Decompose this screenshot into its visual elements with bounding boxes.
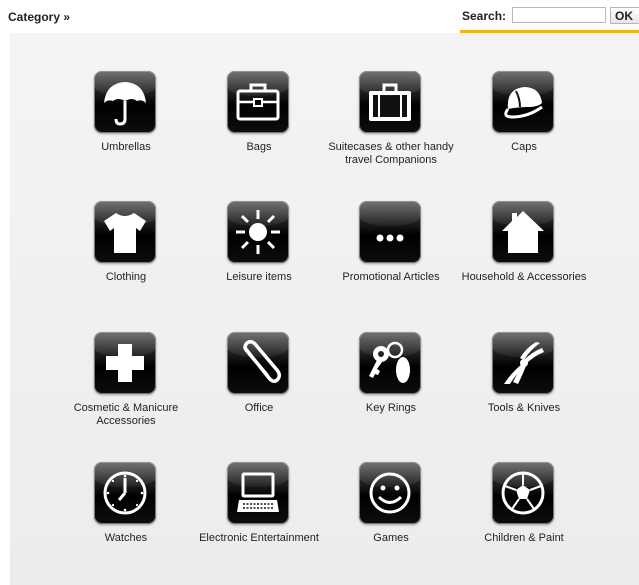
icon-tile [492, 71, 554, 133]
category-label: Household & Accessories [461, 271, 587, 283]
soccer-ball-icon [501, 471, 545, 515]
icon-tile [359, 201, 421, 263]
icon-tile [492, 332, 554, 394]
icon-tile [227, 332, 289, 394]
category-label: Electronic Entertainment [199, 532, 319, 544]
category-clothing[interactable]: Clothing [61, 201, 191, 321]
category-key-rings[interactable]: Key Rings [326, 332, 456, 452]
category-label: Office [244, 402, 274, 414]
search-ok-button[interactable]: OK [610, 7, 639, 24]
icon-tile [359, 332, 421, 394]
icon-tile [227, 201, 289, 263]
category-label: Cosmetic & Manicure Accessories [73, 402, 179, 427]
category-office[interactable]: Office [194, 332, 324, 452]
category-leisure[interactable]: Leisure items [194, 201, 324, 321]
category-label: Leisure items [226, 271, 292, 283]
category-tools[interactable]: Tools & Knives [459, 332, 589, 452]
key-ring-icon [369, 341, 410, 383]
icon-tile [492, 201, 554, 263]
top-bar: Category » Search: OK [0, 0, 639, 33]
category-label: Caps [511, 141, 537, 153]
pliers-icon [504, 342, 544, 384]
category-watches[interactable]: Watches [61, 462, 191, 582]
category-promotional[interactable]: Promotional Articles [326, 201, 456, 321]
icon-tile [94, 332, 156, 394]
category-household[interactable]: Household & Accessories [459, 201, 589, 321]
cross-icon [106, 344, 144, 382]
icon-tile [94, 462, 156, 524]
laptop-icon [237, 472, 279, 512]
category-label: Clothing [105, 271, 147, 283]
house-icon [502, 211, 544, 253]
umbrella-icon [104, 82, 146, 126]
paperclip-icon [243, 339, 282, 383]
icon-tile [227, 71, 289, 133]
category-label: Watches [104, 532, 148, 544]
suitcase-icon [369, 83, 411, 121]
icon-tile [359, 71, 421, 133]
cap-icon [504, 87, 543, 119]
icon-tile [492, 462, 554, 524]
sun-icon [236, 210, 280, 254]
category-label: Tools & Knives [487, 402, 561, 414]
tshirt-icon [104, 213, 146, 253]
category-label: Suitecases & other handy travel Companio… [328, 141, 454, 166]
search-label: Search: [462, 9, 507, 23]
ellipsis-icon [376, 234, 404, 242]
category-label: Umbrellas [101, 141, 151, 153]
category-breadcrumb[interactable]: Category » [8, 10, 70, 24]
category-label: Key Rings [365, 402, 417, 414]
category-label: Promotional Articles [342, 271, 440, 283]
category-label: Children & Paint [484, 532, 564, 544]
category-caps[interactable]: Caps [459, 71, 589, 191]
category-electronic[interactable]: Electronic Entertainment [194, 462, 324, 582]
category-children[interactable]: Children & Paint [459, 462, 589, 582]
icon-tile [359, 462, 421, 524]
icon-tile [94, 71, 156, 133]
category-bags[interactable]: Bags [194, 71, 324, 191]
category-games[interactable]: Games [326, 462, 456, 582]
clock-icon [103, 471, 147, 515]
category-grid: Umbrellas Bags Suitecases & other handy … [10, 33, 639, 585]
icon-tile [227, 462, 289, 524]
icon-tile [94, 201, 156, 263]
category-cosmetic[interactable]: Cosmetic & Manicure Accessories [61, 332, 191, 452]
smiley-icon [369, 472, 411, 514]
category-umbrellas[interactable]: Umbrellas [61, 71, 191, 191]
briefcase-icon [236, 83, 280, 121]
category-label: Games [373, 532, 409, 544]
search-input[interactable] [512, 7, 606, 23]
category-label: Bags [246, 141, 272, 153]
category-suitcases[interactable]: Suitecases & other handy travel Companio… [326, 71, 456, 191]
